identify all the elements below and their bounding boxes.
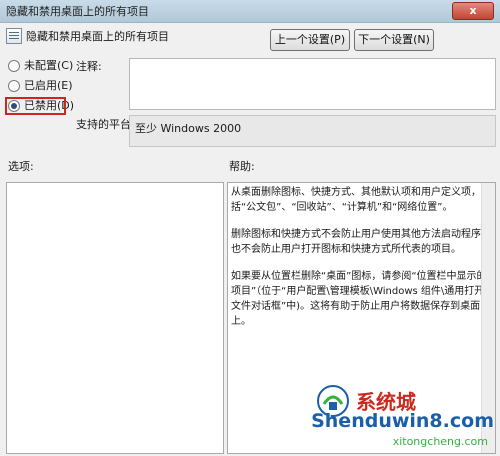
close-button[interactable]: x bbox=[452, 2, 494, 20]
options-label: 选项: bbox=[8, 160, 34, 173]
watermark-subsite: xitongcheng.com bbox=[392, 435, 488, 448]
radio-not-configured-label: 未配置(C) bbox=[24, 59, 74, 72]
policy-name: 隐藏和禁用桌面上的所有项目 bbox=[26, 30, 169, 43]
next-setting-button[interactable]: 下一个设置(N) bbox=[354, 29, 434, 51]
help-paragraph: 删除图标和快捷方式不会防止用户使用其他方法启动程序，也不会防止用户打开图标和快捷… bbox=[231, 229, 491, 255]
radio-enabled-circle[interactable] bbox=[8, 80, 20, 92]
help-label: 帮助: bbox=[229, 160, 255, 173]
previous-setting-button[interactable]: 上一个设置(P) bbox=[270, 29, 350, 51]
radio-enabled[interactable]: 已启用(E) bbox=[8, 78, 73, 94]
disabled-highlight-box bbox=[5, 97, 66, 115]
options-panel bbox=[6, 182, 224, 454]
platform-label: 支持的平台: bbox=[76, 118, 135, 131]
window-title: 隐藏和禁用桌面上的所有项目 bbox=[6, 5, 149, 18]
help-paragraph: 如果要从位置栏删除“桌面”图标，请参阅“位置栏中显示的项目”（位于“用户配置\管… bbox=[231, 271, 487, 327]
policy-icon bbox=[6, 28, 22, 44]
comment-label: 注释: bbox=[76, 60, 102, 73]
platform-value: 至少 Windows 2000 bbox=[135, 122, 242, 135]
watermark: 系统城 Shenduwin8.com xitongcheng.com bbox=[311, 385, 494, 448]
radio-not-configured-circle[interactable] bbox=[8, 60, 20, 72]
radio-not-configured[interactable]: 未配置(C) bbox=[8, 58, 73, 74]
help-paragraph: 从桌面删除图标、快捷方式、其他默认项和用户定义项，包括“公文包”、“回收站”、“… bbox=[231, 187, 491, 213]
radio-enabled-label: 已启用(E) bbox=[24, 79, 73, 92]
title-bar: 隐藏和禁用桌面上的所有项目 x bbox=[0, 0, 500, 23]
comment-textarea[interactable] bbox=[129, 58, 496, 110]
watermark-site: Shenduwin8.com bbox=[311, 410, 494, 432]
platform-field: 至少 Windows 2000 bbox=[129, 115, 496, 147]
